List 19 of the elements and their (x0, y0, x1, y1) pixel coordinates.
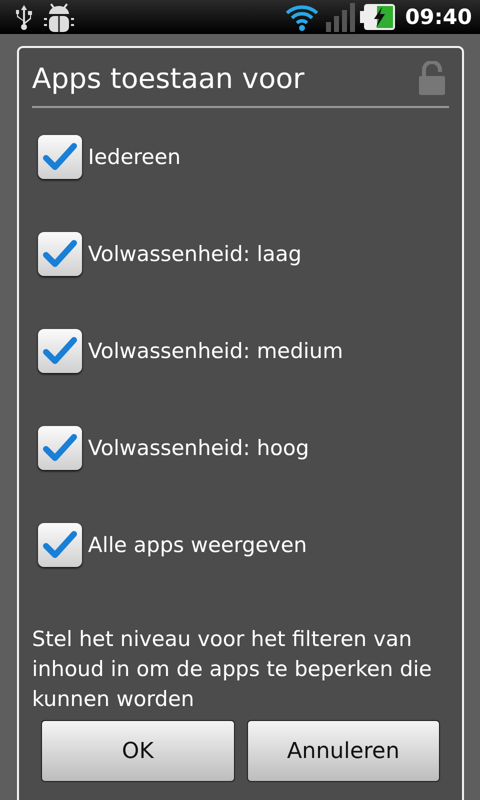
checkbox[interactable] (38, 232, 82, 276)
checkbox[interactable] (38, 426, 82, 470)
checkbox[interactable] (38, 329, 82, 373)
signal-icon (325, 2, 356, 32)
option-label[interactable]: Iedereen (88, 145, 181, 169)
option-label[interactable]: Volwassenheid: laag (88, 242, 302, 266)
clock-time: 09:40 (405, 5, 472, 29)
padlock-icon (419, 61, 445, 95)
option-label[interactable]: Alle apps weergeven (88, 533, 307, 557)
checkbox[interactable] (38, 135, 82, 179)
option-label[interactable]: Volwassenheid: medium (88, 339, 344, 363)
battery-icon (360, 2, 396, 32)
usb-icon (14, 4, 34, 30)
cancel-button[interactable]: Annuleren (246, 720, 440, 782)
ok-button[interactable]: OK (41, 720, 234, 782)
dialog-message: Stel het niveau voor het filteren van inhoud in om de apps te beperken die kunnen worden (32, 626, 433, 713)
option-label[interactable]: Volwassenheid: hoog (88, 436, 310, 460)
checkbox[interactable] (38, 523, 82, 567)
dialog-title: Apps toestaan voor (32, 62, 304, 94)
